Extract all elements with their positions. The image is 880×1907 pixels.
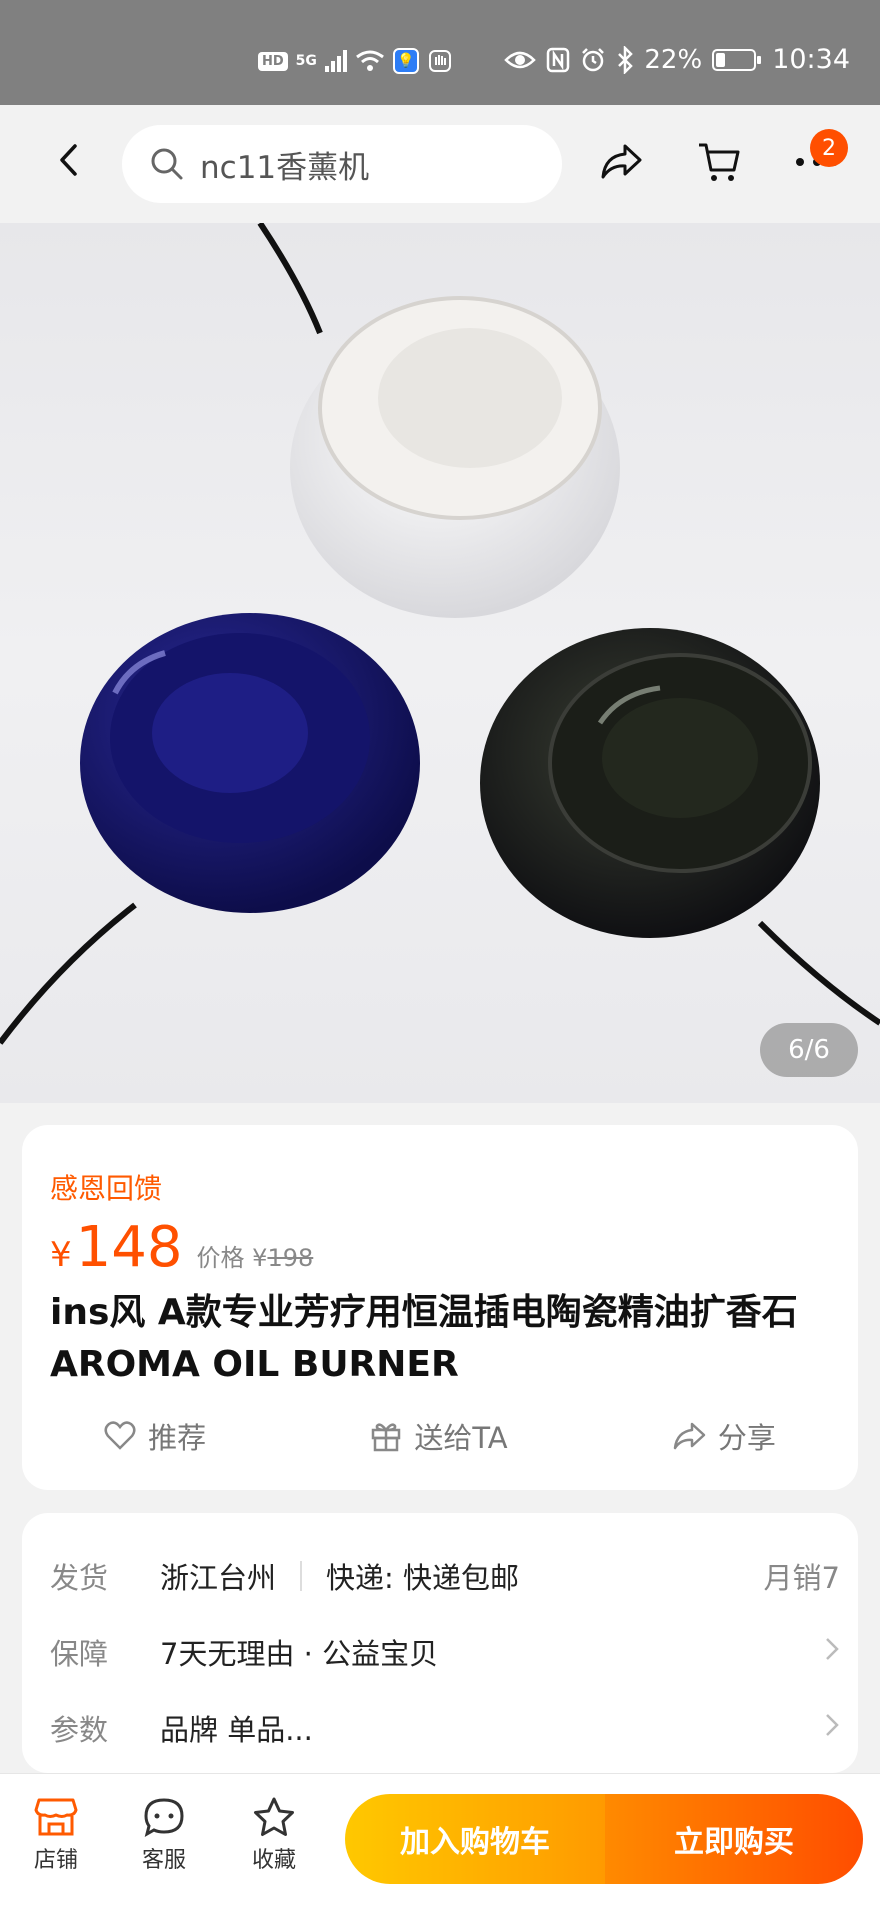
top-nav: nc11香薰机 2	[0, 105, 880, 223]
clock: 10:34	[772, 44, 850, 75]
back-button[interactable]	[44, 135, 94, 185]
recommend-button[interactable]: 推荐	[104, 1415, 206, 1457]
status-bar: HD 5G 💡 22% 10:34	[0, 0, 880, 105]
hd-indicator: HD	[258, 51, 288, 71]
share-icon	[601, 144, 642, 179]
price-row: ¥ 148 价格 ¥198	[50, 1215, 313, 1280]
network-type: 5G	[295, 53, 317, 69]
more-button[interactable]: 2	[790, 129, 848, 189]
recommend-label: 推荐	[148, 1421, 207, 1455]
shipping-express: 快递: 快递包邮	[326, 1561, 520, 1595]
params-row[interactable]: 参数 品牌 单品...	[50, 1707, 840, 1749]
wifi-icon	[355, 50, 384, 71]
customer-service-button[interactable]: 客服	[124, 1796, 204, 1874]
favorite-label: 收藏	[251, 1848, 296, 1873]
cart-icon	[699, 143, 740, 181]
status-left: HD 5G 💡	[258, 48, 453, 74]
action-row: 推荐 送给TA 分享	[22, 1415, 858, 1457]
battery-icon	[712, 48, 762, 71]
divider	[300, 1561, 303, 1591]
hand-notification-icon	[428, 50, 451, 72]
search-query: nc11香薰机	[200, 149, 370, 186]
signal-icon	[324, 50, 347, 72]
shipping-row[interactable]: 发货 浙江台州 快递: 快递包邮 月销7	[50, 1555, 840, 1597]
price: 148	[75, 1215, 183, 1280]
share-icon	[673, 1422, 706, 1450]
currency-symbol: ¥	[50, 1235, 72, 1275]
notification-badge: 2	[810, 129, 848, 167]
add-to-cart-button[interactable]: 加入购物车	[345, 1794, 605, 1884]
gift-label: 送给TA	[414, 1421, 508, 1455]
nfc-icon	[547, 47, 570, 72]
alarm-icon	[582, 47, 605, 71]
status-right: 22% 10:34	[504, 44, 850, 75]
product-title: ins风 A款专业芳疗用恒温插电陶瓷精油扩香石AROMA OIL BURNER	[50, 1292, 798, 1385]
guarantee-value: 7天无理由 · 公益宝贝	[160, 1637, 439, 1671]
gift-icon	[372, 1423, 401, 1452]
original-currency: ¥	[252, 1244, 268, 1272]
image-counter: 6/6	[760, 1023, 858, 1077]
original-price: 价格 ¥198	[197, 1238, 314, 1273]
search-bar[interactable]: nc11香薰机	[122, 125, 562, 203]
shipping-key: 发货	[50, 1561, 109, 1595]
gift-button[interactable]: 送给TA	[370, 1415, 508, 1457]
service-label: 客服	[141, 1848, 186, 1873]
product-photo	[0, 223, 880, 1045]
chevron-right-icon	[824, 1711, 840, 1745]
chevron-left-icon	[60, 144, 77, 176]
shop-label: 店铺	[33, 1848, 78, 1873]
guarantee-key: 保障	[50, 1637, 109, 1671]
original-price-label: 价格	[196, 1244, 245, 1272]
shop-button[interactable]: 店铺	[16, 1796, 96, 1874]
share-label: 分享	[717, 1421, 776, 1455]
original-price-value: 198	[267, 1244, 314, 1272]
shop-icon	[34, 1798, 78, 1836]
bottom-action-bar: 店铺 客服 收藏 加入购物车 立即购买	[0, 1773, 880, 1907]
product-image-gallery[interactable]: 6/6	[0, 223, 880, 1103]
eye-icon	[504, 51, 537, 68]
search-icon	[151, 148, 183, 180]
chat-icon	[144, 1798, 184, 1838]
guarantee-row[interactable]: 保障 7天无理由 · 公益宝贝	[50, 1631, 840, 1673]
product-info-card: 感恩回馈 ¥ 148 价格 ¥198 ins风 A款专业芳疗用恒温插电陶瓷精油扩…	[22, 1125, 858, 1490]
shipping-origin: 浙江台州	[160, 1561, 277, 1595]
monthly-sales: 月销7	[763, 1561, 840, 1595]
params-key: 参数	[50, 1713, 109, 1747]
buy-now-button[interactable]: 立即购买	[605, 1794, 863, 1884]
bulb-notification-icon: 💡	[392, 48, 419, 74]
product-details-card: 发货 浙江台州 快递: 快递包邮 月销7 保障 7天无理由 · 公益宝贝 参数 …	[22, 1513, 858, 1773]
favorite-button[interactable]: 收藏	[234, 1796, 314, 1874]
star-icon	[254, 1797, 294, 1836]
share-button[interactable]	[594, 135, 648, 189]
share-action-button[interactable]: 分享	[672, 1415, 776, 1457]
promo-label: 感恩回馈	[50, 1172, 163, 1205]
bluetooth-icon	[618, 45, 634, 74]
battery-percent: 22%	[644, 44, 703, 75]
heart-icon	[104, 1421, 136, 1450]
params-value: 品牌 单品...	[160, 1713, 313, 1747]
chevron-right-icon	[824, 1635, 840, 1669]
cart-button[interactable]	[692, 135, 746, 189]
